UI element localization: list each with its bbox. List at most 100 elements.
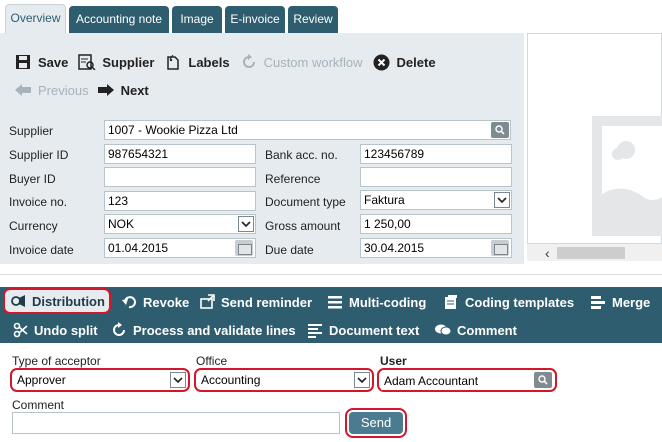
document-text-label: Document text — [329, 322, 420, 338]
merge-button[interactable]: Merge — [589, 289, 650, 315]
reference-field[interactable] — [360, 167, 512, 187]
invoice-date-label: Invoice date — [9, 243, 74, 257]
tab-image[interactable]: Image — [172, 6, 222, 33]
tab-overview[interactable]: Overview — [5, 4, 66, 33]
invoice-image-preview[interactable] — [527, 33, 662, 261]
supplier-label: Supplier — [102, 54, 155, 70]
distribution-icon — [9, 292, 27, 310]
comment-icon — [434, 321, 452, 339]
type-of-acceptor-label: Type of acceptor — [12, 354, 101, 368]
calendar-icon[interactable] — [235, 240, 253, 256]
document-type-label: Document type — [265, 195, 346, 209]
supplier-icon — [78, 53, 96, 71]
next-button[interactable]: Next — [97, 81, 149, 99]
office-select[interactable]: Accounting — [194, 368, 374, 392]
document-type-value: Faktura — [364, 193, 405, 207]
delete-button[interactable]: Delete — [373, 53, 436, 71]
comment-label: Comment — [12, 398, 65, 412]
multi-coding-button[interactable]: Multi-coding — [326, 289, 426, 315]
action-toolbar: Save Supplier Labels Custom workflow Del… — [0, 50, 436, 74]
coding-templates-label: Coding templates — [465, 294, 575, 310]
process-validate-button[interactable]: Process and validate lines — [110, 317, 296, 343]
gross-amount-value: 1 250,00 — [364, 217, 411, 231]
office-value: Accounting — [198, 372, 352, 389]
save-button[interactable]: Save — [14, 53, 68, 71]
previous-label: Previous — [38, 82, 89, 98]
bank-account-label: Bank acc. no. — [265, 148, 338, 162]
scrollbar-thumb[interactable] — [557, 247, 625, 259]
save-icon — [14, 53, 32, 71]
supplier-field[interactable]: 1007 - Wookie Pizza Ltd — [104, 120, 511, 140]
refresh-icon — [240, 53, 258, 71]
revoke-label: Revoke — [143, 294, 190, 310]
chevron-down-icon[interactable] — [238, 216, 254, 232]
delete-icon — [373, 53, 391, 71]
supplier-label: Supplier — [9, 124, 54, 138]
tab-e-invoice[interactable]: E-invoice — [225, 6, 285, 33]
bank-account-field[interactable]: 123456789 — [360, 144, 512, 164]
preview-horizontal-scrollbar[interactable]: ‹ — [527, 243, 662, 261]
tab-accounting-note[interactable]: Accounting note — [69, 6, 169, 33]
coding-templates-button[interactable]: Coding templates — [442, 289, 574, 315]
labels-label: Labels — [188, 54, 230, 70]
supplier-id-field[interactable]: 987654321 — [104, 144, 256, 164]
supplier-id-value: 987654321 — [108, 147, 169, 161]
search-icon[interactable] — [534, 372, 552, 388]
currency-select[interactable]: NOK — [104, 214, 256, 234]
labels-icon — [164, 53, 182, 71]
due-date-field[interactable]: 30.04.2015 — [360, 238, 512, 258]
gross-amount-field[interactable]: 1 250,00 — [360, 214, 512, 234]
comment-label: Comment — [457, 322, 517, 338]
list-icon — [326, 293, 344, 311]
undo-split-label: Undo split — [34, 322, 98, 338]
distribution-toolbar: Distribution Revoke Send reminder Multi-… — [0, 287, 662, 343]
document-text-button[interactable]: Document text — [306, 317, 419, 343]
comment-input[interactable] — [12, 412, 340, 434]
supplier-value: 1007 - Wookie Pizza Ltd — [108, 123, 238, 137]
chevron-down-icon[interactable] — [494, 192, 510, 208]
user-field[interactable]: Adam Accountant — [377, 368, 557, 392]
tab-label: E-invoice — [230, 12, 280, 26]
document-type-select[interactable]: Faktura — [360, 190, 512, 210]
chevron-down-icon[interactable] — [354, 372, 370, 388]
buyer-id-label: Buyer ID — [9, 172, 56, 186]
send-button[interactable]: Send — [349, 412, 403, 434]
invoice-date-value: 01.04.2015 — [108, 241, 169, 255]
split-icon — [11, 321, 29, 339]
save-label: Save — [38, 54, 69, 70]
invoice-no-field[interactable]: 123 — [104, 191, 256, 211]
multi-coding-label: Multi-coding — [349, 294, 427, 310]
tab-label: Overview — [10, 11, 61, 25]
currency-label: Currency — [9, 219, 58, 233]
buyer-id-field[interactable] — [104, 167, 256, 187]
previous-button[interactable]: Previous — [14, 81, 89, 99]
send-reminder-button[interactable]: Send reminder — [198, 289, 312, 315]
type-of-acceptor-select[interactable]: Approver — [10, 368, 190, 392]
calendar-icon[interactable] — [491, 240, 509, 256]
section-divider — [0, 274, 662, 275]
reminder-icon — [198, 293, 216, 311]
revoke-button[interactable]: Revoke — [120, 289, 189, 315]
arrow-right-icon — [97, 81, 115, 99]
tab-label: Accounting note — [75, 12, 163, 26]
undo-split-button[interactable]: Undo split — [11, 317, 98, 343]
template-icon — [442, 293, 460, 311]
distribution-button[interactable]: Distribution — [3, 288, 111, 314]
chevron-left-icon[interactable]: ‹ — [545, 246, 550, 260]
tab-bar: Overview Accounting note Image E-invoice… — [0, 0, 662, 33]
tab-review[interactable]: Review — [288, 6, 338, 33]
merge-label: Merge — [612, 294, 651, 310]
labels-button[interactable]: Labels — [164, 53, 230, 71]
custom-workflow-button[interactable]: Custom workflow — [240, 53, 363, 71]
search-icon[interactable] — [491, 122, 509, 138]
invoice-no-label: Invoice no. — [9, 195, 68, 209]
currency-value: NOK — [108, 217, 135, 231]
custom-workflow-label: Custom workflow — [263, 54, 363, 70]
tab-label: Image — [180, 12, 214, 26]
arrow-left-icon — [14, 81, 32, 99]
comment-button[interactable]: Comment — [434, 317, 517, 343]
invoice-date-field[interactable]: 01.04.2015 — [104, 238, 256, 258]
send-button-outline: Send — [345, 408, 407, 438]
supplier-button[interactable]: Supplier — [78, 53, 154, 71]
chevron-down-icon[interactable] — [170, 372, 186, 388]
